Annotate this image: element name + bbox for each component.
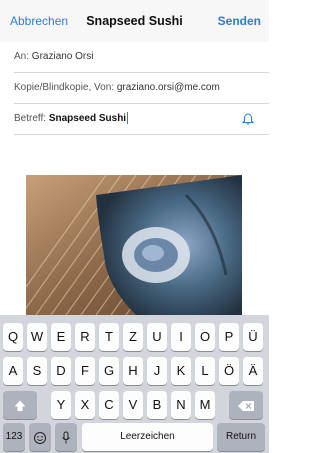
key-z[interactable]: Z bbox=[123, 323, 143, 351]
to-field[interactable]: An: Graziano Orsi bbox=[14, 42, 269, 73]
bell-icon[interactable] bbox=[241, 112, 255, 126]
key-c[interactable]: C bbox=[99, 391, 119, 419]
key-n[interactable]: N bbox=[171, 391, 191, 419]
text-cursor bbox=[127, 112, 129, 125]
emoji-key[interactable] bbox=[29, 423, 51, 451]
key-k[interactable]: K bbox=[171, 357, 191, 385]
subject-input[interactable]: Snapseed Sushi bbox=[49, 113, 126, 124]
key-w[interactable]: W bbox=[27, 323, 47, 351]
microphone-key[interactable] bbox=[55, 423, 77, 451]
delete-icon bbox=[238, 400, 254, 411]
key-p[interactable]: P bbox=[219, 323, 239, 351]
key-d[interactable]: D bbox=[51, 357, 71, 385]
key-b[interactable]: B bbox=[147, 391, 167, 419]
key-g[interactable]: G bbox=[99, 357, 119, 385]
return-key[interactable]: Return bbox=[217, 423, 265, 451]
key-a[interactable]: A bbox=[3, 357, 23, 385]
subject-field[interactable]: Betreff: Snapseed Sushi bbox=[14, 104, 269, 135]
key-j[interactable]: J bbox=[147, 357, 167, 385]
emoji-icon bbox=[34, 431, 46, 444]
delete-key[interactable] bbox=[229, 391, 263, 419]
numbers-key[interactable]: 123 bbox=[3, 423, 25, 451]
subject-label: Betreff: bbox=[14, 113, 47, 124]
keyboard: Q W E R T Z U I O P Ü A S D F G H J K L … bbox=[0, 315, 269, 453]
cc-label: Kopie/Blindkopie, Von: bbox=[14, 82, 115, 93]
key-ae[interactable]: Ä bbox=[243, 357, 263, 385]
sushi-photo bbox=[26, 175, 242, 315]
key-l[interactable]: L bbox=[195, 357, 215, 385]
key-s[interactable]: S bbox=[27, 357, 47, 385]
navigation-bar: Abbrechen Snapseed Sushi Senden bbox=[0, 0, 269, 42]
from-address[interactable]: graziano.orsi@me.com bbox=[117, 82, 220, 93]
key-v[interactable]: V bbox=[123, 391, 143, 419]
microphone-icon bbox=[62, 431, 70, 444]
key-h[interactable]: H bbox=[123, 357, 143, 385]
key-y[interactable]: Y bbox=[51, 391, 71, 419]
key-q[interactable]: Q bbox=[3, 323, 23, 351]
key-t[interactable]: T bbox=[99, 323, 119, 351]
key-e[interactable]: E bbox=[51, 323, 71, 351]
key-o[interactable]: O bbox=[195, 323, 215, 351]
shift-icon bbox=[14, 400, 26, 411]
cc-from-field[interactable]: Kopie/Blindkopie, Von: graziano.orsi@me.… bbox=[14, 73, 269, 104]
key-m[interactable]: M bbox=[195, 391, 215, 419]
shift-key[interactable] bbox=[3, 391, 37, 419]
to-recipient[interactable]: Graziano Orsi bbox=[32, 51, 94, 62]
key-x[interactable]: X bbox=[75, 391, 95, 419]
to-label: An: bbox=[14, 51, 30, 62]
key-u[interactable]: U bbox=[147, 323, 167, 351]
send-button[interactable]: Senden bbox=[218, 14, 261, 28]
message-body[interactable] bbox=[0, 135, 269, 175]
key-r[interactable]: R bbox=[75, 323, 95, 351]
key-f[interactable]: F bbox=[75, 357, 95, 385]
key-i[interactable]: I bbox=[171, 323, 191, 351]
key-ue[interactable]: Ü bbox=[243, 323, 263, 351]
space-key[interactable]: Leerzeichen bbox=[82, 423, 213, 451]
key-oe[interactable]: Ö bbox=[219, 357, 239, 385]
